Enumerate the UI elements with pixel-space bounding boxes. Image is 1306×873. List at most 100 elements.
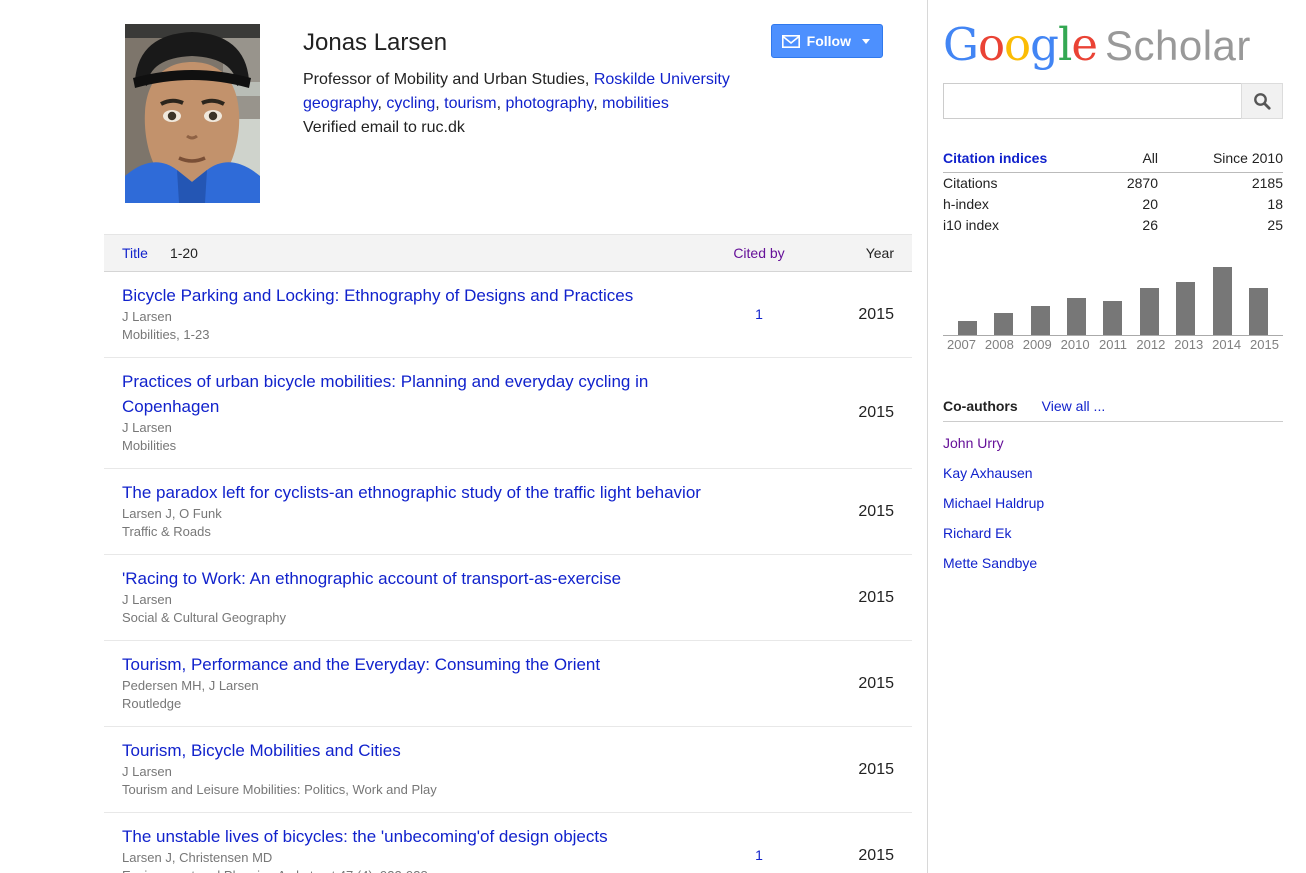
sort-by-title-link[interactable]: Title bbox=[122, 245, 148, 261]
publication-main: Practices of urban bicycle mobilities: P… bbox=[104, 358, 704, 468]
publication-year: 2015 bbox=[814, 306, 894, 324]
chart-bar bbox=[1103, 301, 1122, 335]
citation-index-since-value: 25 bbox=[1158, 215, 1283, 236]
coauthor-item: John Urry bbox=[943, 435, 1283, 452]
publication-row: The unstable lives of bicycles: the 'unb… bbox=[104, 813, 912, 873]
publication-main: Tourism, Bicycle Mobilities and CitiesJ … bbox=[104, 727, 704, 812]
publication-cited-by: 1 bbox=[704, 306, 814, 324]
publication-venue: Mobilities, 1-23 bbox=[122, 326, 704, 344]
publication-title-link[interactable]: Practices of urban bicycle mobilities: P… bbox=[122, 369, 704, 419]
publication-title-link[interactable]: The paradox left for cyclists-an ethnogr… bbox=[122, 480, 701, 505]
follow-button-label: Follow bbox=[807, 33, 851, 49]
follow-button[interactable]: Follow bbox=[771, 24, 883, 58]
publication-title-link[interactable]: Bicycle Parking and Locking: Ethnography… bbox=[122, 283, 633, 308]
search-input[interactable] bbox=[943, 83, 1241, 119]
publications-header: Title 1-20 Cited by Year bbox=[104, 234, 912, 272]
affiliation-text: Professor of Mobility and Urban Studies, bbox=[303, 71, 594, 88]
citation-index-since-value: 18 bbox=[1158, 194, 1283, 215]
chart-year-label: 2007 bbox=[943, 337, 980, 352]
coauthor-link[interactable]: Kay Axhausen bbox=[943, 465, 1033, 481]
citation-index-all-value: 26 bbox=[1088, 215, 1158, 236]
google-scholar-logo: GoogleScholar bbox=[943, 18, 1283, 71]
publication-title-link[interactable]: 'Racing to Work: An ethnographic account… bbox=[122, 566, 621, 591]
publication-year: 2015 bbox=[814, 675, 894, 693]
citation-indices-title-link[interactable]: Citation indices bbox=[943, 147, 1088, 169]
chart-bars bbox=[943, 266, 1283, 336]
chart-bar bbox=[1067, 298, 1086, 335]
search-button[interactable] bbox=[1241, 83, 1283, 119]
chart-year-label: 2012 bbox=[1132, 337, 1169, 352]
chart-bar-slot bbox=[1241, 288, 1277, 335]
chart-year-label: 2011 bbox=[1095, 337, 1132, 352]
affiliation-link[interactable]: Roskilde University bbox=[594, 71, 730, 88]
chart-year-label: 2010 bbox=[1057, 337, 1094, 352]
interest-link[interactable]: geography bbox=[303, 95, 377, 112]
coauthor-link[interactable]: Michael Haldrup bbox=[943, 495, 1044, 511]
publication-venue: Tourism and Leisure Mobilities: Politics… bbox=[122, 781, 704, 799]
google-logo-word: Google bbox=[943, 18, 1097, 71]
sidebar: GoogleScholar Citation indices All Since… bbox=[943, 0, 1283, 572]
citation-indices: Citation indices All Since 2010 Citation… bbox=[943, 147, 1283, 236]
publication-year: 2015 bbox=[814, 589, 894, 607]
publication-authors: J Larsen bbox=[122, 419, 704, 437]
publication-title-link[interactable]: The unstable lives of bicycles: the 'unb… bbox=[122, 824, 608, 849]
chart-year-label: 2015 bbox=[1246, 337, 1283, 352]
publication-title-link[interactable]: Tourism, Bicycle Mobilities and Cities bbox=[122, 738, 401, 763]
cited-by-count-link[interactable]: 1 bbox=[755, 306, 763, 322]
publication-main: Bicycle Parking and Locking: Ethnography… bbox=[104, 272, 704, 357]
citation-index-since-value: 2185 bbox=[1158, 173, 1283, 194]
logo-letter: g bbox=[1030, 18, 1058, 71]
chart-year-label: 2008 bbox=[981, 337, 1018, 352]
publication-year: 2015 bbox=[814, 404, 894, 422]
coauthor-link[interactable]: Mette Sandbye bbox=[943, 555, 1037, 571]
citation-index-all-value: 20 bbox=[1088, 194, 1158, 215]
chart-bar bbox=[1249, 288, 1268, 335]
publication-year: 2015 bbox=[814, 847, 894, 865]
publication-main: 'Racing to Work: An ethnographic account… bbox=[104, 555, 704, 640]
chart-bar-slot bbox=[1095, 301, 1131, 335]
chart-bar-slot bbox=[1131, 288, 1167, 335]
vertical-divider bbox=[927, 0, 928, 873]
interest-link[interactable]: mobilities bbox=[602, 95, 669, 112]
chart-bar bbox=[1140, 288, 1159, 335]
coauthor-link[interactable]: Richard Ek bbox=[943, 525, 1011, 541]
publication-main: The unstable lives of bicycles: the 'unb… bbox=[104, 813, 704, 873]
interest-link[interactable]: cycling bbox=[386, 95, 435, 112]
citation-index-label: Citations bbox=[943, 173, 1088, 194]
citation-indices-rows: Citations28702185h-index2018i10 index262… bbox=[943, 173, 1283, 236]
chart-year-label: 2014 bbox=[1208, 337, 1245, 352]
publications-list: Bicycle Parking and Locking: Ethnography… bbox=[104, 272, 912, 873]
logo-letter: e bbox=[1071, 18, 1097, 71]
cited-by-count-link[interactable]: 1 bbox=[755, 847, 763, 863]
logo-letter: l bbox=[1058, 18, 1071, 71]
coauthors-header: Co-authors View all ... bbox=[943, 398, 1283, 422]
chart-bar bbox=[958, 321, 977, 335]
logo-letter: o bbox=[978, 18, 1004, 71]
coauthors-list: John Urry Kay Axhausen Michael Haldrup Rich… bbox=[943, 435, 1283, 572]
coauthor-item: Mette Sandbye bbox=[943, 555, 1283, 572]
profile-photo-image bbox=[125, 24, 260, 203]
chart-bar-slot bbox=[985, 313, 1021, 335]
publication-title-link[interactable]: Tourism, Performance and the Everyday: C… bbox=[122, 652, 600, 677]
coauthors-view-all-link[interactable]: View all ... bbox=[1042, 398, 1106, 414]
publication-venue: Social & Cultural Geography bbox=[122, 609, 704, 627]
publication-cited-by: 1 bbox=[704, 847, 814, 865]
citation-index-row: Citations28702185 bbox=[943, 173, 1283, 194]
publication-row: Bicycle Parking and Locking: Ethnography… bbox=[104, 272, 912, 358]
interest-link[interactable]: tourism bbox=[444, 95, 496, 112]
chart-bar-slot bbox=[949, 321, 985, 335]
publication-authors: Larsen J, Christensen MD bbox=[122, 849, 704, 867]
publication-row: The paradox left for cyclists-an ethnogr… bbox=[104, 469, 912, 555]
coauthor-link[interactable]: John Urry bbox=[943, 435, 1004, 451]
publication-venue: Traffic & Roads bbox=[122, 523, 704, 541]
publication-year: 2015 bbox=[814, 761, 894, 779]
profile-photo bbox=[125, 24, 260, 203]
citations-per-year-chart: 200720082009201020112012201320142015 bbox=[943, 266, 1283, 352]
coauthor-item: Michael Haldrup bbox=[943, 495, 1283, 512]
sort-by-citations-link[interactable]: Cited by bbox=[733, 245, 784, 261]
chart-bar bbox=[1213, 267, 1232, 335]
coauthors-section: Co-authors View all ... John Urry Kay Axh… bbox=[943, 398, 1283, 572]
interest-link[interactable]: photography bbox=[505, 95, 593, 112]
citation-index-label: i10 index bbox=[943, 215, 1088, 236]
chart-year-label: 2013 bbox=[1170, 337, 1207, 352]
